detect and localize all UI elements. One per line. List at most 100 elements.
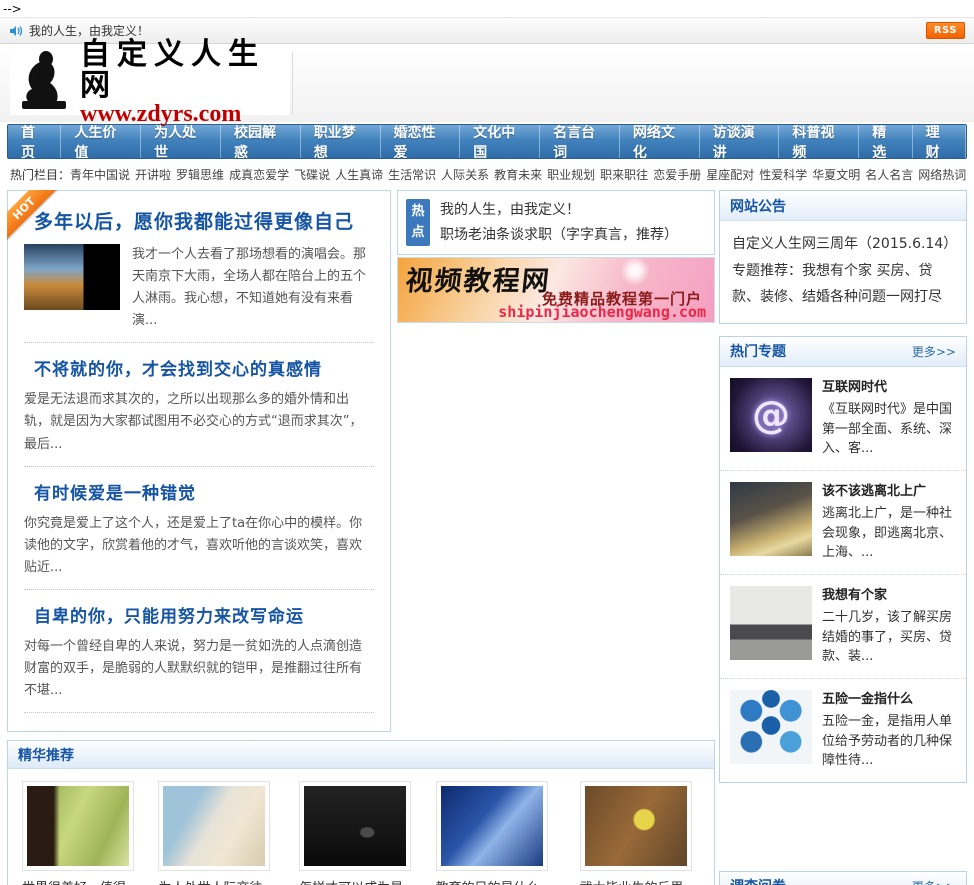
topic-title: 五险一金指什么 [822, 691, 914, 707]
featured-caption[interactable]: 世界很美好，值得... [22, 877, 142, 885]
featured-thumb-stage-woman[interactable] [299, 781, 412, 872]
nav-item-love[interactable]: 婚恋性爱 [381, 125, 461, 158]
article-title[interactable]: 多年以后，愿你我都能过得更像自己 [34, 207, 374, 234]
article-item: 有时候爱是一种错觉 你究竟是爱上了这个人，还是爱上了ta在你心中的模样。你读他的… [24, 479, 374, 579]
hotspot-label: 热 点 [406, 199, 430, 246]
hot-column-link[interactable]: 成真恋爱学 [229, 168, 289, 182]
article-title[interactable]: 有时候爱是一种错觉 [34, 479, 374, 504]
hot-column-link[interactable]: 职来职往 [600, 168, 648, 182]
banner-url: shipinjiaochengwang.com [498, 303, 706, 321]
topic-thumb-internet-age: @ [730, 377, 812, 452]
video-tutorial-ad-banner[interactable]: 视频教程网 免费精品教程第一门户 shipinjiaochengwang.com [397, 257, 715, 323]
hot-topics-box: 热门专题 更多>> @ 互联网时代 《互联网时代》是中国第一部全面、系统、深入、… [719, 335, 967, 783]
site-notice-box: 网站公告 自定义人生网三周年（2015.6.14） 专题推荐：我想有个家 买房、… [719, 190, 967, 324]
article-title[interactable]: 自卑的你，只能用努力来改写命运 [34, 602, 374, 627]
survey-title: 调查问卷 [730, 876, 786, 885]
nav-item-conduct[interactable]: 为人处世 [141, 125, 221, 158]
site-logo[interactable]: 自定义人生网 www.zdyrs.com [10, 38, 290, 126]
hot-column-link[interactable]: 名人名言 [865, 168, 913, 182]
article-title[interactable]: 不将就的你，才会找到交心的真感情 [34, 355, 374, 380]
main-navigation: 首页 人生价值 为人处世 校园解惑 职业梦想 婚恋性爱 文化中国 名言台词 网络… [7, 124, 967, 159]
topic-title: 我想有个家 [822, 587, 888, 603]
nav-item-career-dream[interactable]: 职业梦想 [301, 125, 381, 158]
nav-item-interviews[interactable]: 访谈演讲 [700, 125, 780, 158]
hot-column-link[interactable]: 飞碟说 [294, 168, 330, 182]
divider [24, 712, 374, 714]
hot-columns-bar: 热门栏目：青年中国说 开讲啦 罗辑思维 成真恋爱学 飞碟说 人生真谛 生活常识 人际关系 教育未… [0, 159, 974, 188]
hot-column-link[interactable]: 星座配对 [706, 168, 754, 182]
divider [24, 465, 374, 467]
divider [24, 588, 374, 590]
topic-item[interactable]: 我想有个家 二十几岁，该了解买房结婚的事了，买房、贷款、装... [720, 573, 966, 678]
topic-item[interactable]: 该不该逃离北上广 逃离北上广，是一种社会现象，即逃离北京、上海、... [720, 469, 966, 574]
topic-item[interactable]: @ 互联网时代 《互联网时代》是中国第一部全面、系统、深入、客... [720, 367, 966, 470]
topic-desc: 二十几岁，该了解买房结婚的事了，买房、贷款、装... [822, 610, 953, 665]
notice-line[interactable]: 专题推荐：我想有个家 买房、贷款、装修、结婚各种问题一网打尽 [732, 258, 954, 311]
hot-column-link[interactable]: 开讲啦 [135, 168, 171, 182]
article-summary: 你究竟是爱上了这个人，还是爱上了ta在你心中的模样。你读他的文字，欣赏着他的才气… [24, 515, 363, 575]
article-item: 多年以后，愿你我都能过得更像自己 我才一个人去看了那场想看的演唱会。那天南京下大… [24, 207, 374, 332]
hot-column-link[interactable]: 罗辑思维 [176, 168, 224, 182]
logo-divider [292, 52, 293, 114]
hotspot-box: 热 点 我的人生，由我定义！ 职场老油条谈求职（字字真言，推荐） [397, 190, 715, 255]
hot-ribbon-badge: HOT [7, 190, 57, 240]
hot-column-link[interactable]: 网络热词 [918, 168, 966, 182]
featured-item: 世界很美好，值得... [14, 781, 150, 885]
hot-columns-label: 热门栏目： [10, 168, 71, 182]
featured-thumb-tv-interview[interactable] [435, 781, 548, 872]
featured-item: 武大毕业生的反思... [572, 781, 708, 885]
nav-item-culture-china[interactable]: 文化中国 [460, 125, 541, 158]
nav-item-selected[interactable]: 精选 [859, 125, 913, 158]
hot-column-link[interactable]: 生活常识 [388, 168, 436, 182]
nav-item-net-culture[interactable]: 网络文化 [620, 125, 700, 158]
topic-title: 互联网时代 [822, 379, 888, 395]
survey-box: 调查问卷 更多>> [719, 870, 967, 885]
featured-caption[interactable]: 为人处世人际交往... [158, 877, 283, 885]
topic-item[interactable]: 五险一金指什么 五险一金，是指用人单位给予劳动者的几种保障性待... [720, 677, 966, 782]
topic-thumb-city-night [730, 481, 812, 556]
featured-thumb-two-women[interactable] [158, 781, 271, 872]
rss-button[interactable]: RSS [925, 22, 965, 39]
nav-item-finance[interactable]: 理财 [913, 125, 966, 158]
site-url: www.zdyrs.com [80, 100, 242, 127]
hot-column-link[interactable]: 人际关系 [441, 168, 489, 182]
article-thumbnail-landscape[interactable] [24, 244, 120, 310]
nav-item-home[interactable]: 首页 [8, 125, 62, 158]
hot-column-link[interactable]: 性爱科学 [759, 168, 807, 182]
nav-item-campus[interactable]: 校园解惑 [221, 125, 301, 158]
hot-topics-more-link[interactable]: 更多>> [912, 343, 956, 360]
survey-more-link[interactable]: 更多>> [912, 878, 956, 885]
featured-section-title: 精华推荐 [18, 747, 74, 764]
article-summary: 爱是无法退而求其次的，之所以出现那么多的婚外情和出轨，就是因为大家都试图用不必交… [24, 392, 363, 452]
featured-caption[interactable]: 怎样才可以成为最... [299, 877, 419, 885]
article-summary: 对每一个曾经自卑的人来说，努力是一贫如洗的人点滴创造财富的双手，是脆弱的人默默织… [24, 638, 363, 699]
nav-item-life-value[interactable]: 人生价值 [61, 125, 142, 158]
featured-thumb-girl-in-field[interactable] [22, 781, 134, 872]
featured-articles-box: HOT 多年以后，愿你我都能过得更像自己 我才一个人去看了那场想看的演唱会。那天… [7, 190, 391, 733]
topic-thumb-insurance-infographic [730, 689, 812, 764]
hotspot-link[interactable]: 职场老油条谈求职（字字真言，推荐） [440, 223, 678, 248]
nav-item-quotes[interactable]: 名言台词 [540, 125, 620, 158]
hotspot-link[interactable]: 我的人生，由我定义！ [440, 198, 678, 223]
hot-column-link[interactable]: 人生真谛 [335, 168, 383, 182]
hot-column-link[interactable]: 教育未来 [494, 168, 542, 182]
notice-line[interactable]: 自定义人生网三周年（2015.6.14） [732, 231, 957, 258]
hot-column-link[interactable]: 职业规划 [547, 168, 595, 182]
hot-column-link[interactable]: 华夏文明 [812, 168, 860, 182]
site-name: 自定义人生网 [80, 36, 265, 103]
hot-column-link[interactable]: 恋爱手册 [653, 168, 701, 182]
hot-column-link[interactable]: 青年中国说 [70, 168, 130, 182]
featured-caption[interactable]: 武大毕业生的反思... [580, 877, 700, 885]
featured-thumb-autumn-leaf[interactable] [579, 781, 692, 872]
featured-caption[interactable]: 教育的目的是什么... [436, 877, 564, 885]
banner-title: 视频教程网 [404, 266, 553, 297]
featured-item: 怎样才可以成为最... [291, 781, 427, 885]
notice-title: 网站公告 [730, 198, 786, 215]
thinker-statue-icon [16, 49, 74, 115]
topic-desc: 逃离北上广，是一种社会现象，即逃离北京、上海、... [822, 506, 953, 561]
article-item: 自卑的你，只能用努力来改写命运 对每一个曾经自卑的人来说，努力是一贫如洗的人点滴… [24, 602, 374, 702]
nav-item-science-video[interactable]: 科普视频 [779, 125, 860, 158]
hot-topics-title: 热门专题 [730, 344, 786, 361]
featured-item: 为人处世人际交往... [150, 781, 291, 885]
topic-desc: 《互联网时代》是中国第一部全面、系统、深入、客... [822, 402, 953, 457]
